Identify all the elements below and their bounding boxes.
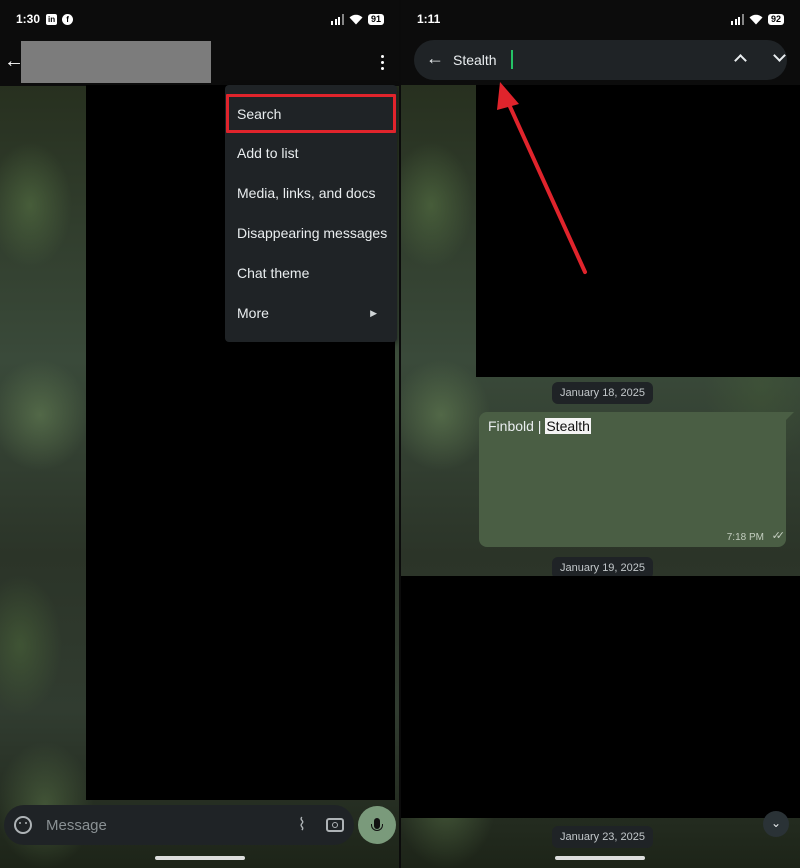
battery-indicator: 91 [367, 13, 384, 25]
signal-icon [331, 13, 344, 25]
microphone-icon [371, 818, 383, 831]
home-indicator[interactable] [155, 856, 245, 860]
facebook-icon: f [62, 13, 74, 25]
left-screen: 1:30 in f 91 ← Search Add to list Media,… [0, 0, 400, 868]
linkedin-icon: in [46, 13, 58, 25]
camera-icon[interactable] [326, 818, 344, 832]
overflow-menu: Search Add to list Media, links, and doc… [225, 85, 397, 342]
message-composer: Message ⌇ [4, 805, 354, 845]
chat-header: ← [0, 38, 400, 86]
menu-item-disappearing-messages[interactable]: Disappearing messages [225, 213, 397, 253]
menu-item-media-links-docs[interactable]: Media, links, and docs [225, 173, 397, 213]
submenu-arrow-icon: ▶ [370, 308, 377, 318]
more-options-icon[interactable] [374, 50, 390, 74]
voice-record-button[interactable] [358, 806, 396, 844]
menu-item-search[interactable]: Search [225, 94, 397, 134]
status-time: 1:30 [16, 12, 41, 26]
menu-item-more[interactable]: More ▶ [225, 293, 397, 333]
sticker-icon[interactable] [14, 816, 32, 834]
contact-name-redacted[interactable] [21, 41, 211, 83]
message-input[interactable]: Message [46, 817, 298, 834]
menu-item-chat-theme[interactable]: Chat theme [225, 253, 397, 293]
wifi-icon [349, 14, 363, 24]
attach-icon[interactable]: ⌇ [298, 815, 306, 835]
status-bar: 1:30 in f 91 [0, 0, 400, 38]
menu-item-add-to-list[interactable]: Add to list [225, 133, 397, 173]
right-screen: 1:11 92 ← Stealth January 18, 2025 Finbo… [401, 0, 800, 868]
annotation-arrow [497, 82, 587, 274]
